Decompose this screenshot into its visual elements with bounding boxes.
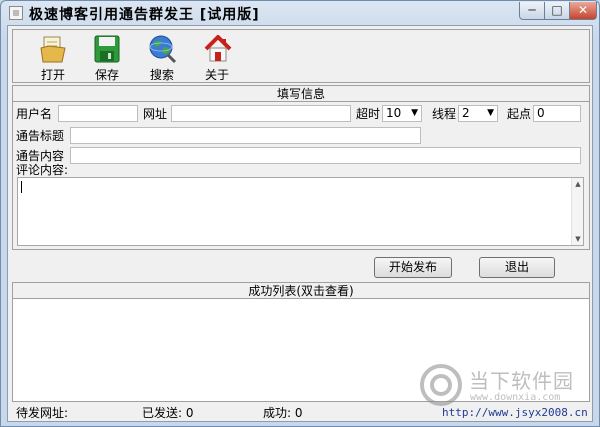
client-area: 打开 保存 搜索 关于 填写信息 用户名 网址 超时 10 ▼ 线程 2 ▼ 起… (7, 25, 593, 422)
sent-count-status: 已发送: 0 (142, 406, 194, 420)
start-point-input[interactable]: 0 (533, 105, 581, 122)
success-count-status: 成功: 0 (263, 406, 303, 420)
info-header: 填写信息 (13, 86, 589, 102)
save-disk-icon (94, 35, 120, 63)
success-list-header: 成功列表(双击查看) (13, 283, 589, 299)
home-icon (204, 35, 232, 62)
notice-title-label: 通告标题 (16, 129, 65, 143)
chevron-down-icon: ▼ (487, 108, 494, 118)
pending-url-status: 待发网址: (16, 406, 69, 420)
homepage-link[interactable]: http://www.jsyx2008.cn (442, 406, 588, 420)
about-label: 关于 (204, 68, 229, 82)
notice-content-input[interactable] (70, 147, 581, 164)
save-button[interactable]: 保存 (85, 32, 129, 82)
save-label: 保存 (94, 68, 119, 82)
watermark: 当下软件园 www.downxia.com (419, 363, 599, 407)
globe-search-icon (149, 35, 177, 64)
scroll-down-icon[interactable]: ▼ (572, 235, 584, 243)
username-label: 用户名 (16, 107, 53, 121)
threads-select[interactable]: 2 ▼ (458, 105, 498, 122)
comment-textarea[interactable]: ▲ ▼ (17, 177, 584, 246)
comment-scrollbar[interactable]: ▲ ▼ (571, 178, 583, 245)
username-input[interactable] (58, 105, 138, 122)
notice-title-input[interactable] (70, 127, 421, 144)
title-bar: 极速博客引用通告群发王 [试用版] ─ □ ✕ (1, 1, 599, 25)
maximize-button[interactable]: □ (545, 2, 570, 20)
close-button[interactable]: ✕ (570, 2, 597, 20)
toolbar: 打开 保存 搜索 关于 (12, 29, 590, 83)
scroll-up-icon[interactable]: ▲ (572, 180, 584, 188)
exit-button[interactable]: 退出 (479, 257, 555, 278)
start-point-label: 起点 (507, 107, 532, 121)
open-label: 打开 (40, 68, 65, 82)
timeout-label: 超时 (356, 107, 381, 121)
timeout-select[interactable]: 10 ▼ (382, 105, 422, 122)
minimize-button[interactable]: ─ (519, 2, 545, 20)
open-button[interactable]: 打开 (31, 32, 75, 82)
threads-value: 2 (462, 106, 470, 120)
chevron-down-icon: ▼ (411, 108, 418, 118)
watermark-text: 当下软件园 (469, 369, 574, 393)
watermark-logo-icon (420, 364, 462, 406)
text-caret (21, 181, 22, 193)
search-button[interactable]: 搜索 (140, 32, 184, 82)
window-title: 极速博客引用通告群发王 [试用版] (29, 7, 260, 23)
notice-content-label: 通告内容 (16, 149, 65, 163)
watermark-subtext: www.downxia.com (470, 392, 561, 403)
about-button[interactable]: 关于 (195, 32, 239, 82)
url-label: 网址 (143, 107, 168, 121)
app-window: 极速博客引用通告群发王 [试用版] ─ □ ✕ 打开 保存 搜索 关于 填写信息… (0, 0, 600, 427)
info-group: 填写信息 用户名 网址 超时 10 ▼ 线程 2 ▼ 起点 0 通告标题 通告内… (12, 85, 590, 250)
maximize-icon: □ (551, 3, 563, 17)
folder-open-icon (40, 36, 66, 63)
comment-label: 评论内容: (16, 163, 69, 177)
app-icon (9, 6, 23, 20)
threads-label: 线程 (432, 107, 457, 121)
close-icon: ✕ (577, 3, 589, 17)
timeout-value: 10 (386, 106, 402, 120)
search-label: 搜索 (149, 68, 174, 82)
start-publish-button[interactable]: 开始发布 (374, 257, 452, 278)
url-input[interactable] (171, 105, 351, 122)
minimize-icon: ─ (528, 3, 536, 17)
